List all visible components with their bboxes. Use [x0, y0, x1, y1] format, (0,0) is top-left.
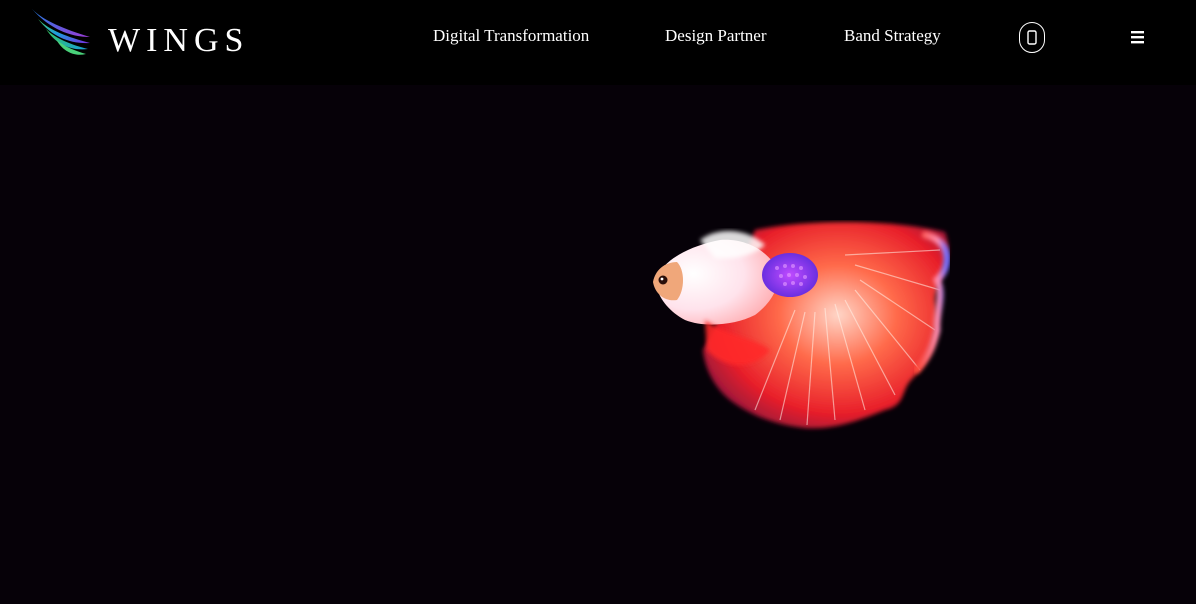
nav-link-digital-transformation[interactable]: Digital Transformation [433, 26, 589, 46]
menu-button[interactable] [1129, 29, 1147, 45]
site-header: WINGS Digital Transformation Design Part… [0, 0, 1196, 85]
phone-icon [1027, 30, 1037, 45]
phone-button[interactable] [1019, 22, 1045, 53]
page: WINGS Digital Transformation Design Part… [0, 0, 1196, 604]
hero-section [0, 85, 1196, 604]
wings-logo-icon [32, 8, 90, 55]
nav-link-design-partner[interactable]: Design Partner [665, 26, 767, 46]
betta-fish-image [653, 221, 951, 429]
hamburger-menu-icon [1131, 31, 1144, 44]
nav-link-band-strategy[interactable]: Band Strategy [844, 26, 941, 46]
brand-name: WINGS [108, 21, 250, 59]
logo-link[interactable]: WINGS [30, 0, 249, 75]
